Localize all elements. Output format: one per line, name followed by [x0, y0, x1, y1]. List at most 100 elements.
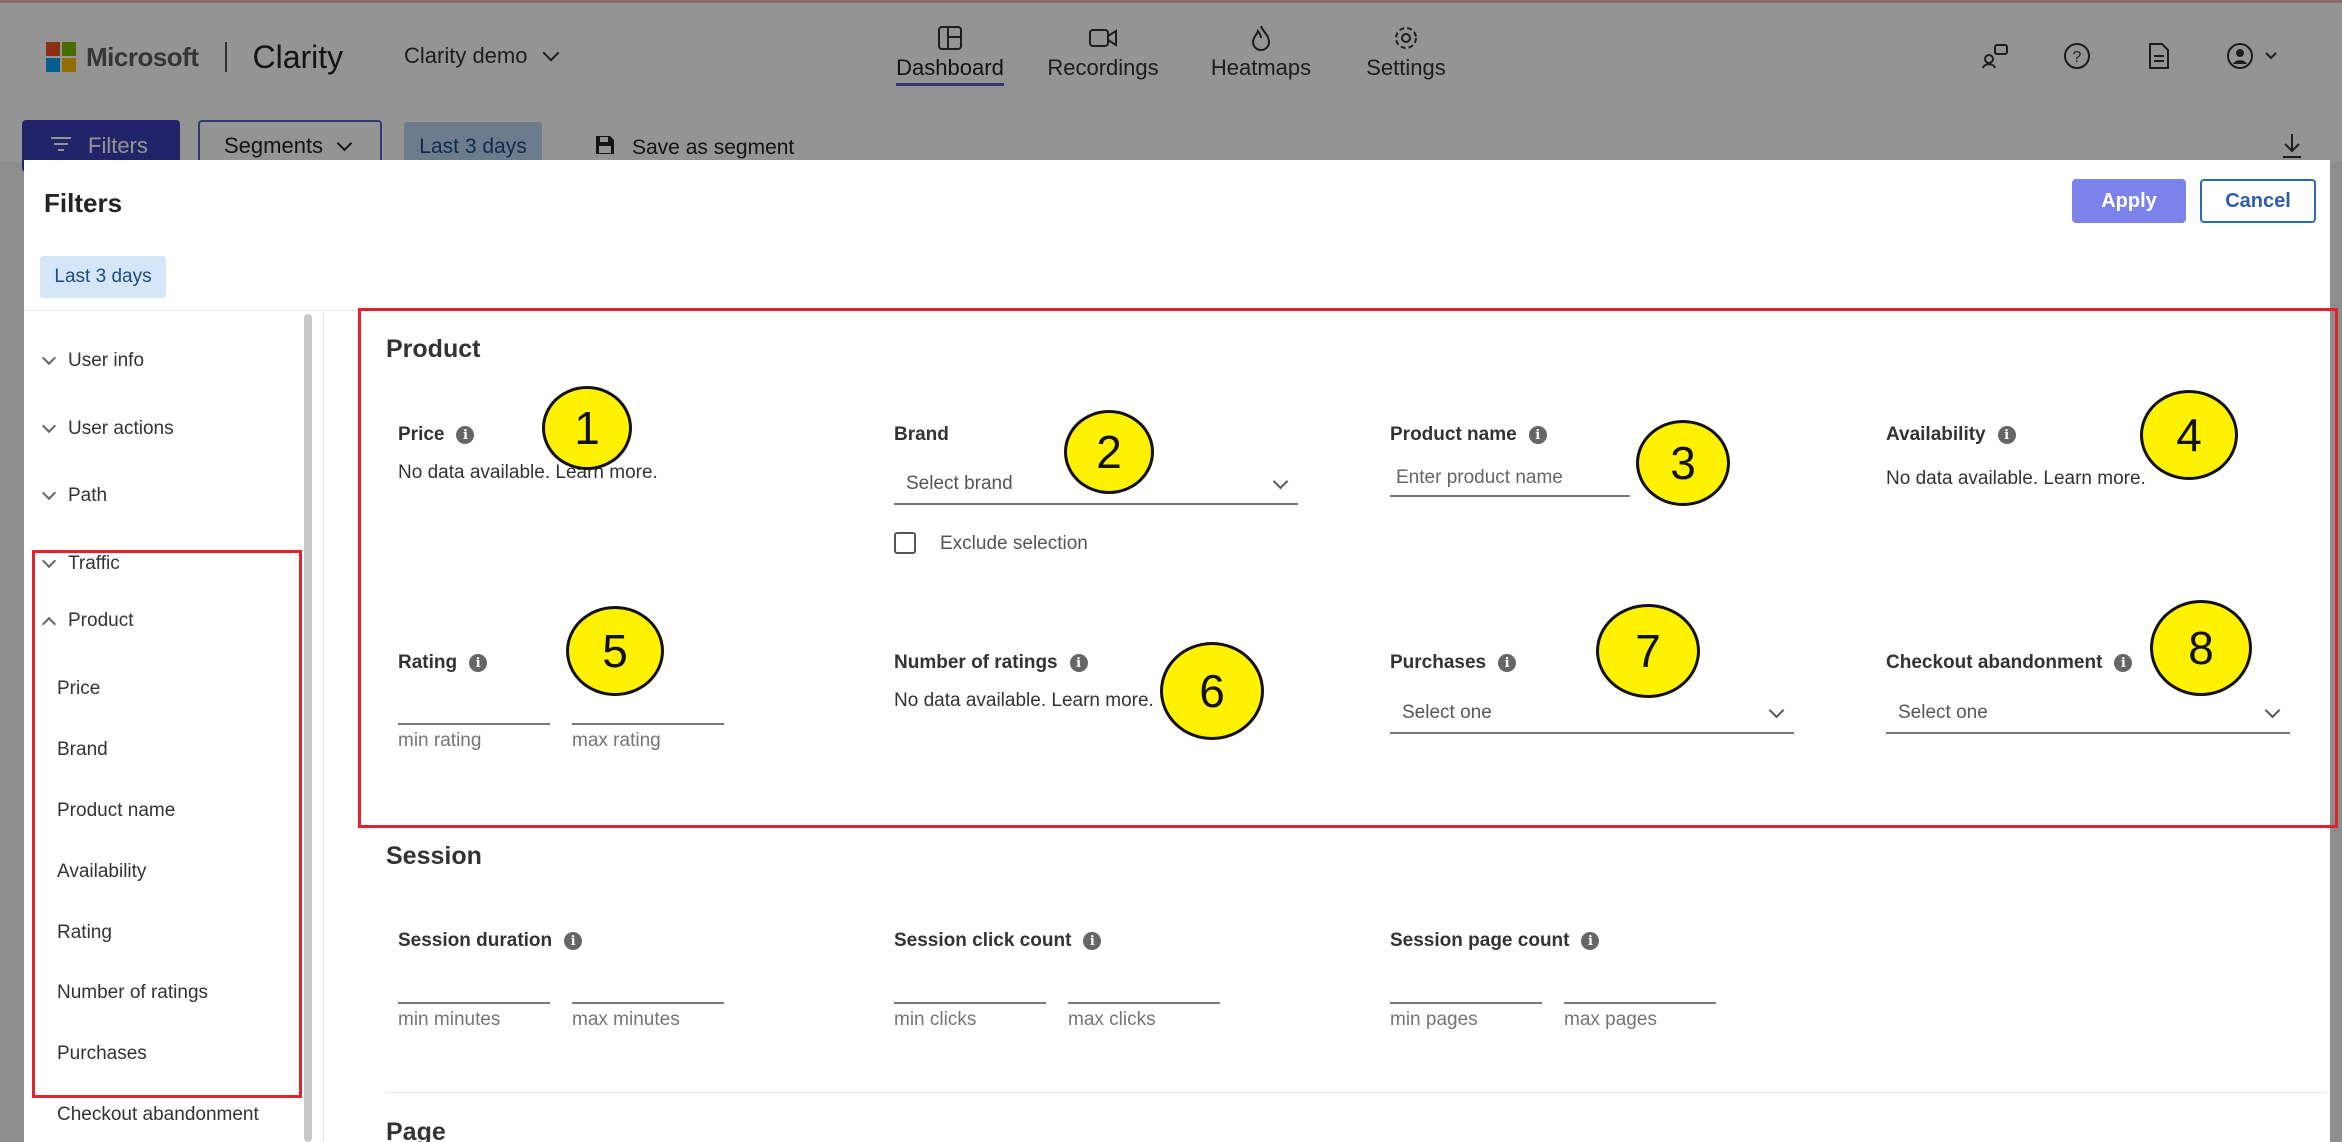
- max-rating-input[interactable]: [572, 723, 724, 725]
- product-name-input[interactable]: Enter product name: [1390, 467, 1630, 497]
- info-icon[interactable]: i: [469, 654, 488, 672]
- availability-label: Availability i: [1886, 424, 2016, 446]
- field-label: Rating: [398, 652, 458, 673]
- max-pages-input[interactable]: [1564, 1002, 1716, 1004]
- info-icon[interactable]: i: [456, 426, 475, 444]
- chevron-up-icon: [41, 616, 57, 632]
- category-product[interactable]: Product: [41, 610, 134, 632]
- min-minutes-input[interactable]: [398, 1002, 550, 1004]
- date-range-chip[interactable]: Last 3 days: [40, 256, 166, 298]
- annotation-marker-8: 8: [2150, 600, 2252, 696]
- annotation-highlight-box: [32, 550, 302, 1098]
- field-label: Availability: [1886, 424, 1986, 445]
- chevron-down-icon: [1768, 702, 1785, 718]
- info-icon[interactable]: i: [1581, 932, 1600, 950]
- purchases-select[interactable]: Select one: [1390, 702, 1794, 734]
- annotation-marker-3: 3: [1636, 420, 1730, 506]
- checkout-abandonment-select[interactable]: Select one: [1886, 702, 2290, 734]
- price-label: Price i: [398, 424, 475, 446]
- sidebar-item-number-of-ratings[interactable]: Number of ratings: [57, 982, 208, 1004]
- category-path[interactable]: Path: [41, 485, 108, 507]
- field-label: Checkout abandonment: [1886, 652, 2103, 673]
- field-label: Session page count: [1390, 930, 1570, 951]
- section-divider: [386, 1092, 2326, 1093]
- number-of-ratings-label: Number of ratings i: [894, 652, 1088, 674]
- field-label: Purchases: [1390, 652, 1487, 673]
- chevron-down-icon: [41, 485, 57, 501]
- min-clicks-hint: min clicks: [894, 1009, 977, 1030]
- annotation-marker-7: 7: [1596, 604, 1700, 698]
- category-user-info[interactable]: User info: [41, 350, 145, 372]
- sidebar-item-brand[interactable]: Brand: [57, 739, 108, 761]
- section-title-page: Page: [386, 1118, 446, 1142]
- exclude-selection-checkbox[interactable]: [894, 532, 916, 554]
- max-minutes-hint: max minutes: [572, 1009, 680, 1030]
- min-minutes-hint: min minutes: [398, 1009, 501, 1030]
- session-page-count-label: Session page count i: [1390, 930, 1600, 952]
- select-placeholder: Select brand: [906, 473, 1013, 494]
- scrollbar[interactable]: [304, 314, 312, 1142]
- max-rating-hint: max rating: [572, 730, 661, 751]
- field-label: Product name: [1390, 424, 1517, 445]
- purchases-label: Purchases i: [1390, 652, 1517, 674]
- rating-label: Rating i: [398, 652, 488, 674]
- sidebar-item-purchases[interactable]: Purchases: [57, 1043, 147, 1065]
- sidebar-item-availability[interactable]: Availability: [57, 861, 146, 883]
- filters-panel: Filters Apply Cancel Last 3 days User in…: [24, 160, 2338, 1142]
- category-user-actions[interactable]: User actions: [41, 418, 174, 440]
- chevron-down-icon: [41, 418, 57, 434]
- sidebar-item-checkout-abandonment[interactable]: Checkout abandonment: [57, 1104, 259, 1126]
- info-icon[interactable]: i: [1069, 654, 1088, 672]
- field-label: Brand: [894, 424, 949, 445]
- session-duration-label: Session duration i: [398, 930, 583, 952]
- sidebar-item-price[interactable]: Price: [57, 678, 100, 700]
- min-pages-hint: min pages: [1390, 1009, 1478, 1030]
- category-label: Path: [68, 485, 108, 506]
- field-label: Price: [398, 424, 445, 445]
- select-placeholder: Select one: [1898, 702, 1988, 723]
- product-name-label: Product name i: [1390, 424, 1547, 446]
- checkout-abandonment-label: Checkout abandonment i: [1886, 652, 2133, 674]
- max-clicks-hint: max clicks: [1068, 1009, 1156, 1030]
- annotation-marker-5: 5: [566, 606, 664, 696]
- field-label: Session click count: [894, 930, 1072, 951]
- info-icon[interactable]: i: [564, 932, 583, 950]
- category-label: User info: [68, 350, 145, 371]
- exclude-selection-label: Exclude selection: [940, 533, 1088, 554]
- panel-title: Filters: [44, 188, 123, 218]
- annotation-marker-1: 1: [542, 386, 632, 470]
- section-title-session: Session: [386, 842, 482, 870]
- info-icon[interactable]: i: [1083, 932, 1102, 950]
- annotation-marker-6: 6: [1160, 642, 1264, 740]
- price-no-data-text[interactable]: No data available. Learn more.: [398, 462, 658, 484]
- chevron-down-icon: [2264, 702, 2281, 718]
- info-icon[interactable]: i: [1528, 426, 1547, 444]
- chevron-down-icon: [41, 350, 57, 366]
- field-label: Session duration: [398, 930, 553, 951]
- section-title-product: Product: [386, 335, 481, 363]
- brand-label: Brand: [894, 424, 949, 446]
- min-pages-input[interactable]: [1390, 1002, 1542, 1004]
- max-pages-hint: max pages: [1564, 1009, 1657, 1030]
- sidebar-item-rating[interactable]: Rating: [57, 922, 112, 944]
- category-label: User actions: [68, 418, 174, 439]
- info-icon[interactable]: i: [2114, 654, 2133, 672]
- max-clicks-input[interactable]: [1068, 1002, 1220, 1004]
- info-icon[interactable]: i: [1997, 426, 2016, 444]
- annotation-marker-4: 4: [2140, 390, 2238, 480]
- cancel-button[interactable]: Cancel: [2200, 179, 2316, 223]
- availability-no-data-text[interactable]: No data available. Learn more.: [1886, 468, 2146, 490]
- min-clicks-input[interactable]: [894, 1002, 1046, 1004]
- min-rating-input[interactable]: [398, 723, 550, 725]
- select-placeholder: Select one: [1402, 702, 1492, 723]
- chevron-down-icon: [1272, 473, 1289, 489]
- min-rating-hint: min rating: [398, 730, 482, 751]
- category-label: Product: [68, 610, 134, 631]
- annotation-marker-2: 2: [1064, 410, 1154, 494]
- apply-button[interactable]: Apply: [2072, 179, 2186, 223]
- sidebar-item-product-name[interactable]: Product name: [57, 800, 175, 822]
- max-minutes-input[interactable]: [572, 1002, 724, 1004]
- session-click-count-label: Session click count i: [894, 930, 1102, 952]
- number-of-ratings-no-data-text[interactable]: No data available. Learn more.: [894, 690, 1154, 712]
- info-icon[interactable]: i: [1498, 654, 1517, 672]
